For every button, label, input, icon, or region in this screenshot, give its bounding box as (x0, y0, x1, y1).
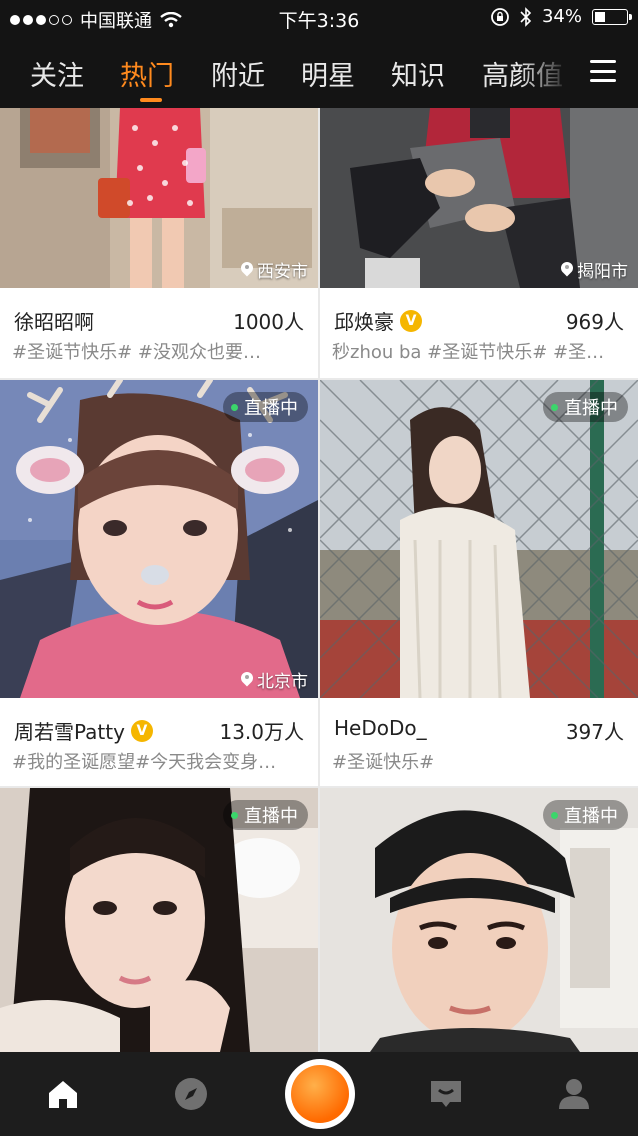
tab-nearby[interactable]: 附近 (211, 54, 265, 93)
record-button[interactable] (285, 1059, 355, 1129)
stream-thumbnail: 直播中 (0, 788, 318, 1052)
live-badge: 直播中 (543, 800, 628, 830)
live-dot-icon (551, 811, 558, 819)
stream-thumbnail: 直播中 (320, 380, 638, 698)
streamer-name: 徐昭昭啊 (14, 310, 94, 334)
live-badge: 直播中 (543, 392, 628, 422)
battery-icon (592, 8, 632, 25)
bluetooth-icon (520, 6, 532, 27)
live-dot-icon (551, 403, 558, 411)
stream-info: 邱焕豪 V 969人 秒zhou ba #圣诞节快乐# #圣… (320, 288, 638, 378)
viewer-count: 397人 (565, 720, 624, 744)
stream-card[interactable]: 直播中 北京市 周若雪Patty V 13.0万人 #我的圣诞愿望#今天我会变身… (0, 380, 318, 786)
stream-info: 徐昭昭啊 1000人 #圣诞节快乐# #没观众也要… (0, 288, 318, 378)
verified-badge-icon: V (400, 309, 422, 332)
category-tabs: 关注 热门 附近 明星 知识 高颜值 (0, 36, 638, 108)
stream-thumbnail: 西安市 (0, 108, 318, 288)
location-tag: 西安市 (241, 257, 308, 282)
tab-hot[interactable]: 热门 (120, 54, 174, 93)
stream-tags: #圣诞快乐# (332, 752, 435, 773)
streamer-name: HeDoDo_ (334, 716, 427, 740)
tab-follow[interactable]: 关注 (30, 54, 84, 93)
message-icon[interactable] (428, 1076, 464, 1112)
streamer-name: 周若雪Patty (14, 720, 125, 744)
compass-icon[interactable] (173, 1076, 209, 1112)
stream-info: HeDoDo_ 397人 #圣诞快乐# (320, 698, 638, 786)
stream-card[interactable]: 直播中 HeDoDo_ 397人 #圣诞快乐# (320, 380, 638, 786)
rotation-lock-icon (491, 7, 509, 26)
stream-tags: #我的圣诞愿望#今天我会变身… (12, 752, 277, 773)
viewer-count: 969人 (565, 310, 624, 334)
battery-percent: 34% (541, 6, 582, 27)
stream-card[interactable]: 西安市 徐昭昭啊 1000人 #圣诞节快乐# #没观众也要… (0, 108, 318, 378)
live-badge: 直播中 (223, 800, 308, 830)
menu-button[interactable] (590, 60, 616, 82)
live-feed-grid: 西安市 徐昭昭啊 1000人 #圣诞节快乐# #没观众也要… 揭阳市 邱焕豪 V… (0, 108, 638, 1052)
stream-tags: 秒zhou ba #圣诞节快乐# #圣… (332, 342, 605, 363)
location-pin-icon (561, 262, 573, 278)
live-dot-icon (231, 811, 238, 819)
location-pin-icon (241, 672, 253, 688)
streamer-name: 邱焕豪 (334, 310, 394, 334)
live-badge: 直播中 (223, 392, 308, 422)
viewer-count: 1000人 (233, 310, 304, 334)
bottom-tab-bar (0, 1052, 638, 1136)
tab-knowledge[interactable]: 知识 (391, 54, 445, 93)
active-tab-indicator (140, 98, 162, 102)
live-dot-icon (231, 403, 238, 411)
home-icon[interactable] (45, 1076, 81, 1112)
location-tag: 揭阳市 (561, 257, 628, 282)
stream-card[interactable]: 直播中 (320, 788, 638, 1052)
status-bar: 中国联通 下午3:36 34% (0, 0, 638, 36)
stream-thumbnail: 直播中 (320, 788, 638, 1052)
stream-tags: #圣诞节快乐# #没观众也要… (12, 342, 261, 363)
tab-celebrity[interactable]: 明星 (301, 54, 355, 93)
stream-info: 周若雪Patty V 13.0万人 #我的圣诞愿望#今天我会变身… (0, 698, 318, 786)
stream-card[interactable]: 直播中 (0, 788, 318, 1052)
stream-thumbnail: 揭阳市 (320, 108, 638, 288)
stream-card[interactable]: 揭阳市 邱焕豪 V 969人 秒zhou ba #圣诞节快乐# #圣… (320, 108, 638, 378)
viewer-count: 13.0万人 (219, 720, 304, 744)
profile-icon[interactable] (556, 1076, 592, 1112)
verified-badge-icon: V (130, 719, 153, 742)
stream-thumbnail: 直播中 北京市 (0, 380, 318, 698)
location-tag: 北京市 (241, 667, 308, 692)
location-pin-icon (241, 262, 253, 278)
